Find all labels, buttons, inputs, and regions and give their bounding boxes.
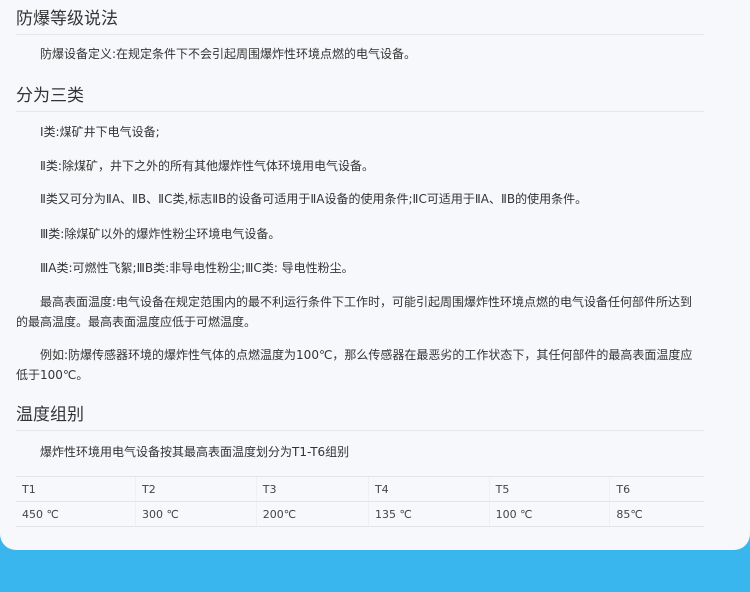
table-cell: 100 ℃ (488, 501, 610, 527)
table-header-cell: T5 (488, 476, 610, 502)
table-header-cell: T3 (255, 476, 369, 502)
class-iii-paragraph: Ⅲ类:除煤矿以外的爆炸性粉尘环境电气设备。 (40, 227, 281, 241)
table-row: 450 ℃ 300 ℃ 200℃ 135 ℃ 100 ℃ 85℃ (16, 501, 704, 527)
definition-paragraph: 防爆设备定义:在规定条件下不会引起周围爆炸性环境点燃的电气设备。 (40, 47, 417, 61)
table-header-cell: T1 (16, 476, 136, 502)
class-ii-paragraph: Ⅱ类:除煤矿，井下之外的所有其他爆炸性气体环境用电气设备。 (40, 159, 374, 173)
table-cell: 85℃ (609, 501, 704, 527)
section-title-explosion-grade: 防爆等级说法 (16, 9, 118, 29)
class-ii-subclasses-paragraph: Ⅱ类又可分为ⅡA、ⅡB、ⅡC类,标志ⅡB的设备可适用于ⅡA设备的使用条件;ⅡC可… (40, 192, 588, 206)
max-surface-temp-paragraph: 最高表面温度:电气设备在规定范围内的最不利运行条件下工作时，可能引起周围爆炸性环… (16, 295, 693, 329)
section-title-temperature-groups: 温度组别 (16, 405, 84, 425)
section-title-three-classes: 分为三类 (16, 86, 84, 106)
table-header-cell: T2 (135, 476, 257, 502)
table-header-cell: T4 (367, 476, 490, 502)
table-cell: 300 ℃ (135, 501, 257, 527)
class-iii-subclasses-paragraph: ⅢA类:可燃性飞絮;ⅢB类:非导电性粉尘;ⅢC类: 导电性粉尘。 (40, 261, 354, 275)
example-paragraph: 例如:防爆传感器环境的爆炸性气体的点燃温度为100℃，那么传感器在最恶劣的工作状… (16, 348, 693, 382)
divider (16, 34, 704, 35)
content-card: 防爆等级说法 防爆设备定义:在规定条件下不会引起周围爆炸性环境点燃的电气设备。 … (0, 0, 750, 550)
table-cell: 200℃ (255, 501, 369, 527)
temperature-group-table: T1 T2 T3 T4 T5 T6 450 ℃ 300 ℃ 200℃ 135 ℃… (16, 476, 704, 527)
class-i-paragraph: Ⅰ类:煤矿井下电气设备; (40, 125, 160, 139)
table-header-row: T1 T2 T3 T4 T5 T6 (16, 476, 704, 502)
table-cell: 450 ℃ (16, 501, 136, 527)
table-cell: 135 ℃ (367, 501, 490, 527)
table-header-cell: T6 (609, 476, 704, 502)
divider (16, 430, 704, 431)
temperature-groups-paragraph: 爆炸性环境用电气设备按其最高表面温度划分为T1-T6组别 (40, 445, 350, 459)
divider (16, 111, 704, 112)
